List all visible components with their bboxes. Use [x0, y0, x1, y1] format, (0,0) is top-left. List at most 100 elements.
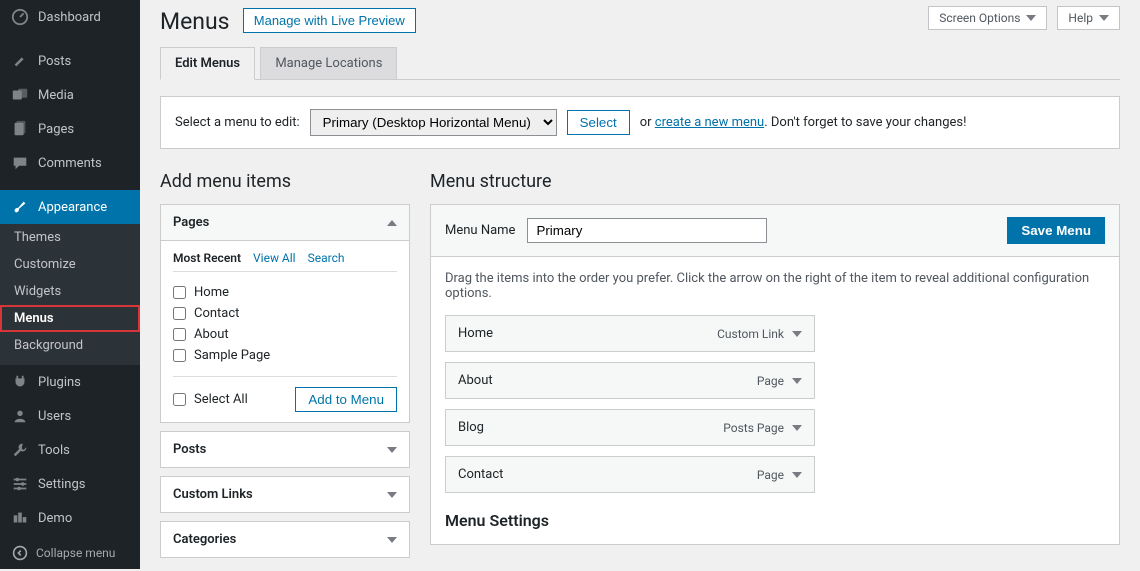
add-to-menu-button[interactable]: Add to Menu [295, 387, 397, 412]
sidebar-item-label: Pages [38, 122, 74, 137]
sliders-icon [10, 474, 30, 494]
select-all-row: Select All [173, 389, 248, 410]
comment-icon [10, 153, 30, 173]
select-all-checkbox[interactable] [173, 393, 186, 406]
sidebar-item-label: Media [38, 88, 74, 103]
sidebar-item-label: Settings [38, 477, 85, 492]
add-items-heading: Add menu items [160, 171, 410, 192]
menu-item[interactable]: Contact Page [445, 456, 815, 493]
sidebar-item-label: Users [38, 409, 71, 424]
sidebar-item-tools[interactable]: Tools [0, 433, 140, 467]
page-checkbox-row: About [173, 324, 397, 345]
chevron-down-icon [387, 447, 397, 453]
create-menu-link[interactable]: create a new menu [655, 115, 764, 130]
chevron-down-icon [792, 472, 802, 478]
menu-item-type: Page [757, 374, 784, 388]
page-checkbox-about[interactable] [173, 328, 186, 341]
sidebar-item-posts[interactable]: Posts [0, 44, 140, 78]
wrench-icon [10, 440, 30, 460]
menu-header-bar: Menu Name Save Menu [430, 204, 1120, 257]
sidebar-item-settings[interactable]: Settings [0, 467, 140, 501]
menu-name-input[interactable] [527, 218, 767, 243]
screen-options-button[interactable]: Screen Options [928, 6, 1047, 30]
help-button[interactable]: Help [1057, 6, 1120, 30]
menu-item[interactable]: Blog Posts Page [445, 409, 815, 446]
sidebar-item-label: Plugins [38, 375, 81, 390]
menu-item-type: Posts Page [723, 421, 784, 435]
sidebar-item-comments[interactable]: Comments [0, 146, 140, 180]
menu-item-label: Home [458, 326, 493, 341]
tab-edit-menus[interactable]: Edit Menus [160, 47, 255, 80]
sidebar-item-dashboard[interactable]: Dashboard [0, 0, 140, 34]
or-text: or create a new menu. Don't forget to sa… [640, 115, 967, 130]
screen-options-label: Screen Options [939, 11, 1020, 25]
sidebar-sub-menus[interactable]: Menus [0, 305, 140, 332]
live-preview-button[interactable]: Manage with Live Preview [243, 8, 416, 33]
accordion-title: Posts [173, 442, 206, 457]
page-label: Home [194, 285, 229, 300]
page-label: Contact [194, 306, 239, 321]
menu-item-label: Contact [458, 467, 503, 482]
select-menu-label: Select a menu to edit: [175, 115, 300, 130]
menu-item-label: Blog [458, 420, 484, 435]
sidebar-sub-background[interactable]: Background [0, 332, 140, 359]
demo-icon [10, 508, 30, 528]
admin-sidebar: Dashboard Posts Media Pages Comments App… [0, 0, 140, 569]
tab-manage-locations[interactable]: Manage Locations [260, 47, 397, 79]
mini-tab-viewall[interactable]: View All [253, 251, 296, 265]
chevron-down-icon [792, 378, 802, 384]
menu-item[interactable]: Home Custom Link [445, 315, 815, 352]
menu-name-label: Menu Name [445, 223, 515, 238]
accordion-head-custom-links[interactable]: Custom Links [161, 477, 409, 512]
sidebar-item-label: Dashboard [38, 10, 101, 25]
menu-structure-heading: Menu structure [430, 171, 1120, 192]
mini-tab-recent[interactable]: Most Recent [173, 251, 241, 265]
sidebar-item-plugins[interactable]: Plugins [0, 365, 140, 399]
menu-item-type: Page [757, 468, 784, 482]
chevron-down-icon [1026, 15, 1036, 21]
sidebar-item-label: Demo [38, 511, 72, 526]
nav-tabs: Edit Menus Manage Locations [160, 47, 1120, 80]
sidebar-item-media[interactable]: Media [0, 78, 140, 112]
dashboard-icon [10, 7, 30, 27]
sidebar-item-appearance[interactable]: Appearance [0, 190, 140, 224]
select-all-label: Select All [194, 392, 248, 407]
media-icon [10, 85, 30, 105]
accordion-head-posts[interactable]: Posts [161, 432, 409, 467]
sidebar-item-label: Tools [38, 443, 70, 458]
page-checkbox-home[interactable] [173, 286, 186, 299]
accordion-head-pages[interactable]: Pages [161, 205, 409, 241]
page-title: Menus [160, 8, 230, 35]
chevron-up-icon [387, 220, 397, 226]
pin-icon [10, 51, 30, 71]
sidebar-item-pages[interactable]: Pages [0, 112, 140, 146]
chevron-down-icon [1099, 15, 1109, 21]
page-label: Sample Page [194, 348, 270, 363]
menu-select[interactable]: Primary (Desktop Horizontal Menu) [310, 109, 557, 136]
sidebar-item-label: Posts [38, 54, 71, 69]
accordion-head-categories[interactable]: Categories [161, 522, 409, 557]
chevron-down-icon [387, 492, 397, 498]
page-checkbox-row: Sample Page [173, 345, 397, 366]
menu-item[interactable]: About Page [445, 362, 815, 399]
user-icon [10, 406, 30, 426]
page-label: About [194, 327, 229, 342]
accordion-title: Pages [173, 215, 209, 230]
save-menu-button[interactable]: Save Menu [1007, 217, 1105, 244]
collapse-menu[interactable]: Collapse menu [0, 535, 140, 571]
sidebar-sub-themes[interactable]: Themes [0, 224, 140, 251]
sidebar-item-demo[interactable]: Demo [0, 501, 140, 535]
page-checkbox-sample[interactable] [173, 349, 186, 362]
menu-structure-column: Menu structure Menu Name Save Menu Drag … [430, 171, 1120, 566]
sidebar-item-users[interactable]: Users [0, 399, 140, 433]
help-label: Help [1068, 11, 1093, 25]
page-checkbox-contact[interactable] [173, 307, 186, 320]
select-button[interactable]: Select [567, 110, 630, 135]
menu-settings-heading: Menu Settings [445, 511, 1105, 530]
sidebar-subgroup-appearance: Themes Customize Widgets Menus Backgroun… [0, 224, 140, 365]
sidebar-sub-customize[interactable]: Customize [0, 251, 140, 278]
menu-select-bar: Select a menu to edit: Primary (Desktop … [160, 96, 1120, 149]
accordion-posts: Posts [160, 431, 410, 468]
sidebar-sub-widgets[interactable]: Widgets [0, 278, 140, 305]
mini-tab-search[interactable]: Search [308, 251, 345, 265]
